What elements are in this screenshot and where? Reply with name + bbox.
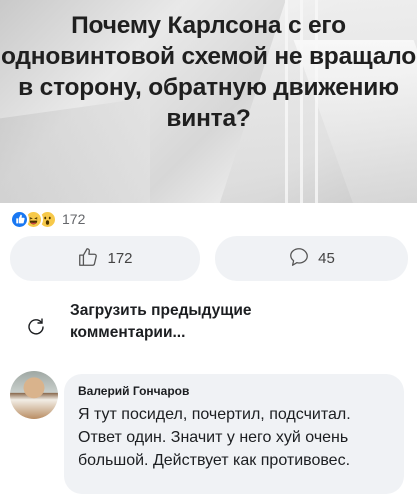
comment-bubble-icon (288, 246, 310, 272)
refresh-icon (26, 316, 46, 341)
avatar[interactable] (10, 371, 58, 419)
comment-bubble[interactable]: Валерий Гончаров Я тут посидел, почертил… (64, 374, 404, 494)
like-button[interactable]: 172 (10, 236, 200, 281)
comment-author[interactable]: Валерий Гончаров (78, 384, 390, 398)
comment-button[interactable]: 45 (215, 236, 408, 281)
thumbs-up-icon (77, 246, 99, 272)
load-previous-comments[interactable]: Загрузить предыдущие комментарии... (26, 300, 310, 344)
post-image[interactable]: Почему Карлсона с его одновинтовой схемо… (0, 0, 417, 203)
like-reaction-icon (10, 209, 29, 229)
like-count: 172 (107, 250, 133, 267)
post-image-caption: Почему Карлсона с его одновинтовой схемо… (0, 12, 417, 132)
comment-count: 45 (318, 250, 335, 267)
reactions-count: 172 (62, 211, 86, 227)
reactions-summary[interactable]: 172 (10, 208, 85, 230)
comment-text: Я тут посидел, почертил, подсчитал. Отве… (78, 406, 351, 469)
load-previous-comments-label: Загрузить предыдущие комментарии... (70, 302, 252, 341)
